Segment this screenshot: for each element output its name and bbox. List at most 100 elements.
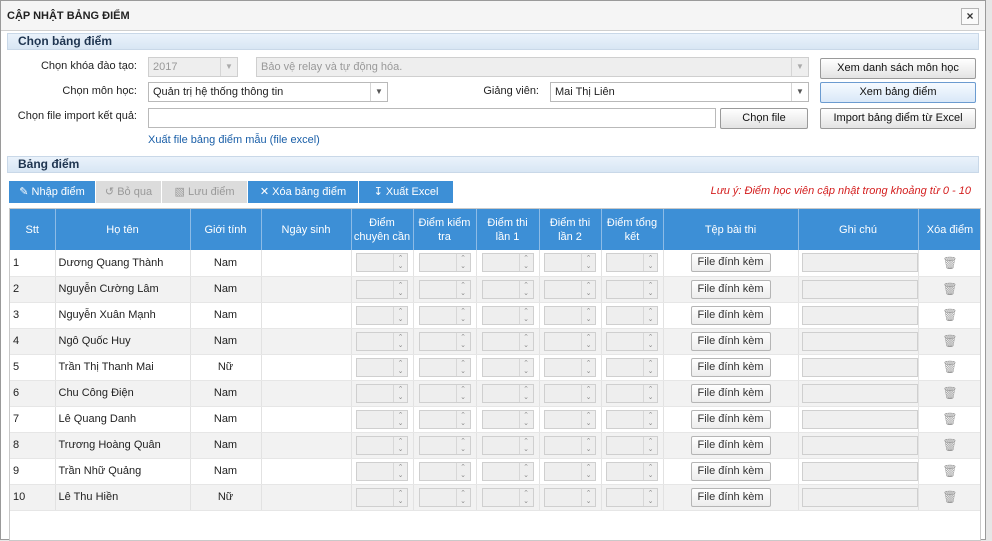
trash-icon[interactable]: 🗑 bbox=[942, 490, 957, 504]
chevron-down-icon[interactable]: ⌄ bbox=[518, 418, 533, 428]
chevron-down-icon[interactable]: ⌄ bbox=[455, 444, 470, 454]
chevron-down-icon[interactable]: ⌄ bbox=[393, 288, 407, 298]
export-excel-button[interactable]: ↧ Xuất Excel bbox=[359, 181, 453, 203]
exam-1-score-input[interactable]: ⌃ ⌄ bbox=[481, 305, 534, 325]
note-input[interactable] bbox=[801, 409, 917, 429]
attach-file-button[interactable]: File đính kèm bbox=[690, 383, 771, 403]
chevron-down-icon[interactable]: ⌄ bbox=[393, 366, 407, 376]
attach-file-button[interactable]: File đính kèm bbox=[690, 409, 771, 429]
chevron-down-icon[interactable]: ⌄ bbox=[518, 314, 533, 324]
chevron-down-icon[interactable]: ⌄ bbox=[455, 496, 470, 506]
chevron-down-icon[interactable]: ⌄ bbox=[518, 470, 533, 480]
test-score-input[interactable]: ⌃ ⌄ bbox=[418, 435, 471, 455]
chevron-down-icon[interactable]: ⌄ bbox=[393, 392, 407, 402]
delete-grades-button[interactable]: ✕ Xóa bảng điểm bbox=[248, 181, 358, 203]
save-grades-button[interactable]: ▧ Lưu điểm bbox=[162, 181, 247, 203]
lecturer-select[interactable]: Mai Thị Liên ▼ bbox=[550, 82, 809, 102]
chevron-down-icon[interactable]: ⌄ bbox=[581, 262, 595, 272]
exam-2-score-input[interactable]: ⌃ ⌄ bbox=[544, 383, 596, 403]
enter-grades-button[interactable]: ✎ Nhập điểm bbox=[9, 181, 95, 203]
exam-2-score-input[interactable]: ⌃ ⌄ bbox=[544, 279, 596, 299]
exam-1-score-input[interactable]: ⌃ ⌄ bbox=[481, 279, 534, 299]
chevron-down-icon[interactable]: ⌄ bbox=[643, 262, 657, 272]
import-file-input[interactable] bbox=[148, 108, 716, 128]
test-score-input[interactable]: ⌃ ⌄ bbox=[418, 305, 471, 325]
attendance-score-input[interactable]: ⌃ ⌄ bbox=[356, 435, 408, 455]
exam-1-score-input[interactable]: ⌃ ⌄ bbox=[481, 253, 534, 273]
attach-file-button[interactable]: File đính kèm bbox=[690, 305, 771, 325]
attach-file-button[interactable]: File đính kèm bbox=[690, 357, 771, 377]
trash-icon[interactable]: 🗑 bbox=[942, 256, 957, 270]
attendance-score-input[interactable]: ⌃ ⌄ bbox=[356, 305, 408, 325]
chevron-down-icon[interactable]: ⌄ bbox=[393, 470, 407, 480]
course-name-select[interactable]: Bảo vệ relay và tự động hóa. ▼ bbox=[256, 57, 809, 77]
chevron-down-icon[interactable]: ⌄ bbox=[643, 366, 657, 376]
exam-1-score-input[interactable]: ⌃ ⌄ bbox=[481, 409, 534, 429]
chevron-down-icon[interactable]: ⌄ bbox=[518, 340, 533, 350]
trash-icon[interactable]: 🗑 bbox=[942, 308, 957, 322]
choose-file-button[interactable]: Chọn file bbox=[720, 108, 808, 129]
attendance-score-input[interactable]: ⌃ ⌄ bbox=[356, 357, 408, 377]
exam-2-score-input[interactable]: ⌃ ⌄ bbox=[544, 461, 596, 481]
exam-2-score-input[interactable]: ⌃ ⌄ bbox=[544, 487, 596, 507]
close-button[interactable]: × bbox=[961, 8, 979, 25]
chevron-down-icon[interactable]: ⌄ bbox=[581, 340, 595, 350]
attendance-score-input[interactable]: ⌃ ⌄ bbox=[356, 383, 408, 403]
exam-2-score-input[interactable]: ⌃ ⌄ bbox=[544, 331, 596, 351]
attendance-score-input[interactable]: ⌃ ⌄ bbox=[356, 461, 408, 481]
chevron-down-icon[interactable]: ⌄ bbox=[455, 418, 470, 428]
note-input[interactable] bbox=[801, 435, 917, 455]
chevron-down-icon[interactable]: ⌄ bbox=[643, 392, 657, 402]
chevron-down-icon[interactable]: ⌄ bbox=[518, 444, 533, 454]
exam-1-score-input[interactable]: ⌃ ⌄ bbox=[481, 487, 534, 507]
final-score-input[interactable]: ⌃ ⌄ bbox=[606, 279, 658, 299]
attach-file-button[interactable]: File đính kèm bbox=[690, 331, 771, 351]
exam-2-score-input[interactable]: ⌃ ⌄ bbox=[544, 435, 596, 455]
chevron-down-icon[interactable]: ⌄ bbox=[581, 418, 595, 428]
chevron-down-icon[interactable]: ⌄ bbox=[581, 470, 595, 480]
chevron-down-icon[interactable]: ⌄ bbox=[518, 288, 533, 298]
note-input[interactable] bbox=[801, 331, 917, 351]
attendance-score-input[interactable]: ⌃ ⌄ bbox=[356, 409, 408, 429]
attendance-score-input[interactable]: ⌃ ⌄ bbox=[356, 253, 408, 273]
trash-icon[interactable]: 🗑 bbox=[942, 386, 957, 400]
chevron-down-icon[interactable]: ⌄ bbox=[393, 496, 407, 506]
exam-2-score-input[interactable]: ⌃ ⌄ bbox=[544, 409, 596, 429]
exam-2-score-input[interactable]: ⌃ ⌄ bbox=[544, 305, 596, 325]
final-score-input[interactable]: ⌃ ⌄ bbox=[606, 409, 658, 429]
test-score-input[interactable]: ⌃ ⌄ bbox=[418, 383, 471, 403]
note-input[interactable] bbox=[801, 461, 917, 481]
attendance-score-input[interactable]: ⌃ ⌄ bbox=[356, 279, 408, 299]
attach-file-button[interactable]: File đính kèm bbox=[690, 435, 771, 455]
chevron-down-icon[interactable]: ⌄ bbox=[643, 340, 657, 350]
chevron-down-icon[interactable]: ⌄ bbox=[518, 392, 533, 402]
chevron-down-icon[interactable]: ⌄ bbox=[518, 366, 533, 376]
trash-icon[interactable]: 🗑 bbox=[942, 438, 957, 452]
exam-1-score-input[interactable]: ⌃ ⌄ bbox=[481, 357, 534, 377]
test-score-input[interactable]: ⌃ ⌄ bbox=[418, 253, 471, 273]
skip-button[interactable]: ↺ Bỏ qua bbox=[96, 181, 161, 203]
exam-1-score-input[interactable]: ⌃ ⌄ bbox=[481, 331, 534, 351]
chevron-down-icon[interactable]: ⌄ bbox=[643, 470, 657, 480]
final-score-input[interactable]: ⌃ ⌄ bbox=[606, 435, 658, 455]
final-score-input[interactable]: ⌃ ⌄ bbox=[606, 331, 658, 351]
chevron-down-icon[interactable]: ⌄ bbox=[455, 288, 470, 298]
note-input[interactable] bbox=[801, 383, 917, 403]
chevron-down-icon[interactable]: ⌄ bbox=[581, 366, 595, 376]
exam-1-score-input[interactable]: ⌃ ⌄ bbox=[481, 383, 534, 403]
note-input[interactable] bbox=[801, 279, 917, 299]
course-year-select[interactable]: 2017 ▼ bbox=[148, 57, 238, 77]
chevron-down-icon[interactable]: ⌄ bbox=[393, 418, 407, 428]
attendance-score-input[interactable]: ⌃ ⌄ bbox=[356, 331, 408, 351]
note-input[interactable] bbox=[801, 305, 917, 325]
chevron-down-icon[interactable]: ⌄ bbox=[455, 392, 470, 402]
final-score-input[interactable]: ⌃ ⌄ bbox=[606, 487, 658, 507]
final-score-input[interactable]: ⌃ ⌄ bbox=[606, 461, 658, 481]
chevron-down-icon[interactable]: ⌄ bbox=[643, 418, 657, 428]
chevron-down-icon[interactable]: ⌄ bbox=[581, 444, 595, 454]
exam-2-score-input[interactable]: ⌃ ⌄ bbox=[544, 357, 596, 377]
view-grades-button[interactable]: Xem bảng điểm bbox=[820, 82, 976, 103]
attach-file-button[interactable]: File đính kèm bbox=[690, 461, 771, 481]
note-input[interactable] bbox=[801, 487, 917, 507]
trash-icon[interactable]: 🗑 bbox=[942, 360, 957, 374]
